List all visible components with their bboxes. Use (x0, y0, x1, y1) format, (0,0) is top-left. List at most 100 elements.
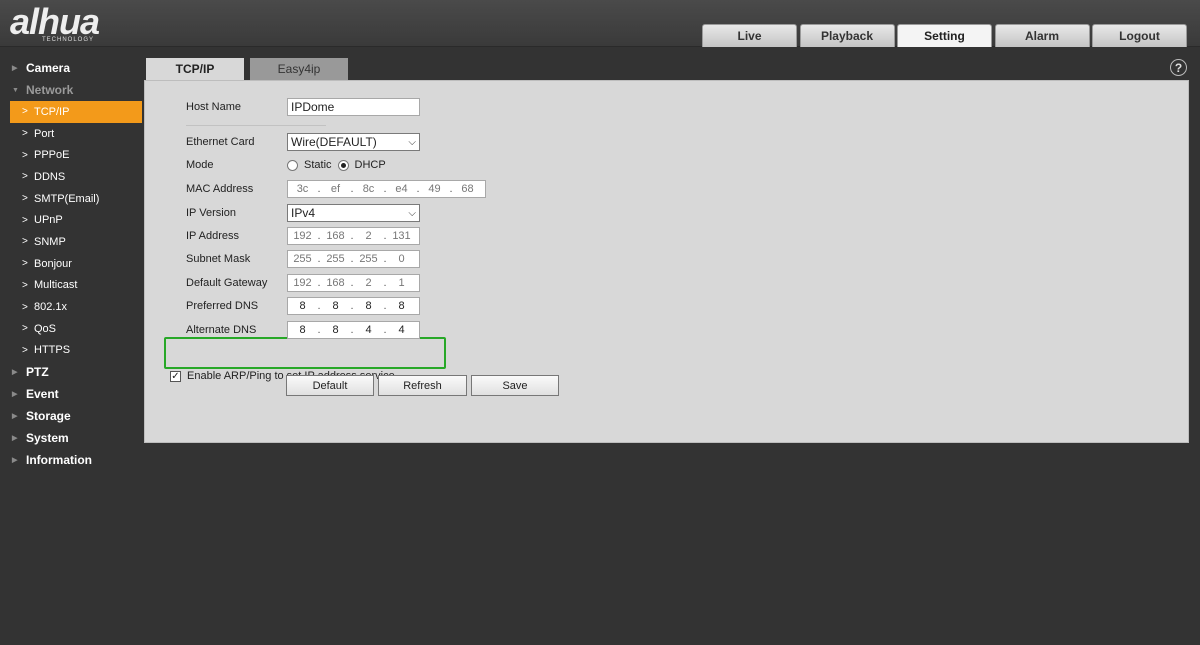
pdns-octet[interactable]: 8 (321, 300, 350, 312)
sidebar-group-label: Event (26, 387, 59, 402)
host-name-input[interactable]: IPDome (287, 98, 420, 116)
preferred-dns-field[interactable]: 8. 8. 8. 8 (287, 297, 420, 315)
arp-ping-checkbox[interactable]: ✓ (170, 370, 181, 382)
alternate-dns-field[interactable]: 8. 8. 4. 4 (287, 321, 420, 339)
default-button[interactable]: Default (286, 375, 374, 396)
refresh-button[interactable]: Refresh (378, 375, 467, 396)
sidebar-item-label: DDNS (34, 170, 66, 183)
adns-octet[interactable]: 4 (354, 324, 383, 336)
ip-octet[interactable]: 131 (387, 230, 416, 242)
mode-dhcp-label: DHCP (354, 159, 386, 171)
sidebar-group-network[interactable]: ▼ Network (0, 79, 144, 101)
subnet-octet[interactable]: 255 (288, 253, 317, 265)
sidebar-group-information[interactable]: ▶ Information (0, 449, 144, 471)
ip-address-field[interactable]: 192. 168. 2. 131 (287, 227, 420, 245)
sidebar-group-event[interactable]: ▶ Event (0, 383, 144, 405)
sub-tabs: TCP/IP Easy4ip (146, 58, 348, 80)
sidebar-item-bonjour[interactable]: > Bonjour (0, 253, 144, 275)
pdns-octet[interactable]: 8 (387, 300, 416, 312)
ip-version-select[interactable]: IPv4 ⌵ (287, 204, 420, 222)
caret-right-icon: ▶ (12, 391, 18, 399)
save-button[interactable]: Save (471, 375, 559, 396)
caret-right-icon: ▶ (12, 435, 18, 443)
mac-octet: 8c (362, 183, 375, 195)
sidebar-group-ptz[interactable]: ▶ PTZ (0, 361, 144, 383)
subnet-octet[interactable]: 255 (354, 253, 383, 265)
nav-tab-setting[interactable]: Setting (897, 24, 992, 47)
alternate-dns-label: Alternate DNS (186, 324, 257, 336)
dahua-logo: alhua TECHNOLOGY (10, 1, 100, 44)
mode-dhcp-radio[interactable] (337, 159, 349, 171)
sidebar-item-ddns[interactable]: > DDNS (0, 166, 144, 188)
nav-tab-playback[interactable]: Playback (799, 24, 895, 47)
sidebar-item-label: Multicast (34, 279, 78, 292)
sidebar-item-port[interactable]: > Port (0, 123, 144, 145)
sidebar-group-storage[interactable]: ▶ Storage (0, 405, 144, 427)
ethernet-card-select[interactable]: Wire(DEFAULT) ⌵ (287, 133, 420, 151)
mac-octet: e4 (395, 183, 408, 195)
gateway-octet[interactable]: 2 (354, 277, 383, 289)
sidebar-item-multicast[interactable]: > Multicast (0, 275, 144, 297)
subnet-octet[interactable]: 0 (387, 253, 416, 265)
default-gateway-label: Default Gateway (186, 277, 268, 289)
host-name-label: Host Name (186, 101, 242, 113)
sidebar-group-camera[interactable]: ▶ Camera (0, 57, 144, 79)
sidebar-item-snmp[interactable]: > SNMP (0, 231, 144, 253)
sidebar-item-upnp[interactable]: > UPnP (0, 209, 144, 231)
sidebar-item-https[interactable]: > HTTPS (0, 340, 144, 362)
caret-right-icon: ▶ (12, 65, 18, 72)
adns-octet[interactable]: 8 (288, 324, 317, 336)
sidebar-item-tcpip[interactable]: > TCP/IP (10, 101, 142, 123)
content-area: TCP/IP Easy4ip ? Host Name IPDome Ethern… (144, 57, 1189, 443)
gateway-octet[interactable]: 1 (387, 277, 416, 289)
adns-octet[interactable]: 8 (321, 324, 350, 336)
mac-octet: 68 (461, 183, 474, 195)
logo-text: alhua (10, 1, 100, 42)
subnet-octet[interactable]: 255 (321, 253, 350, 265)
sidebar-item-label: Bonjour (34, 257, 72, 270)
divider (186, 125, 326, 126)
sidebar-group-label: Information (26, 453, 92, 468)
nav-tab-alarm[interactable]: Alarm (994, 24, 1090, 47)
sidebar-item-8021x[interactable]: >802.1x (0, 296, 144, 318)
sidebar-item-pppoe[interactable]: > PPPoE (0, 144, 144, 166)
logo-subtitle: TECHNOLOGY (42, 37, 95, 43)
tab-easy4ip[interactable]: Easy4ip (250, 58, 348, 80)
ip-address-label: IP Address (186, 230, 239, 242)
default-gateway-row: Default Gateway 192. 168. 2. 1 (186, 274, 420, 292)
default-gateway-field[interactable]: 192. 168. 2. 1 (287, 274, 420, 292)
sidebar-item-smtp[interactable]: > SMTP(Email) (0, 188, 144, 210)
caret-down-icon: ▼ (12, 86, 19, 94)
sidebar-item-label: 802.1x (34, 301, 68, 314)
mode-label: Mode (186, 159, 214, 171)
sidebar-group-label: Camera (26, 61, 71, 75)
gateway-octet[interactable]: 168 (321, 277, 350, 289)
header-bar: alhua TECHNOLOGY Live Playback Setting A… (0, 0, 1200, 47)
pdns-octet[interactable]: 8 (288, 300, 317, 312)
subnet-mask-field[interactable]: 255. 255. 255. 0 (287, 250, 420, 268)
ip-octet[interactable]: 168 (321, 230, 350, 242)
chevron-right-icon: > (22, 171, 28, 183)
sidebar-item-label: QoS (34, 322, 57, 335)
mac-octet: 49 (428, 183, 441, 195)
mac-address-row: MAC Address 3c. ef. 8c. e4. 49. 68 (186, 180, 486, 198)
chevron-right-icon: > (22, 236, 28, 248)
ip-octet[interactable]: 192 (288, 230, 317, 242)
chevron-right-icon: > (22, 301, 28, 313)
adns-octet[interactable]: 4 (387, 324, 416, 336)
sidebar-item-label: HTTPS (34, 344, 71, 357)
nav-tab-logout[interactable]: Logout (1092, 24, 1187, 47)
tab-tcpip[interactable]: TCP/IP (146, 58, 244, 80)
help-icon[interactable]: ? (1170, 59, 1187, 76)
ethernet-card-row: Ethernet Card Wire(DEFAULT) ⌵ (186, 133, 420, 151)
ip-address-row: IP Address 192. 168. 2. 131 (186, 227, 420, 245)
nav-tab-live[interactable]: Live (702, 24, 797, 47)
sidebar-item-qos[interactable]: > QoS (0, 318, 144, 340)
mode-static-radio[interactable] (287, 159, 298, 171)
alternate-dns-row: Alternate DNS 8. 8. 4. 4 (186, 321, 420, 339)
pdns-octet[interactable]: 8 (354, 300, 383, 312)
ethernet-card-label: Ethernet Card (186, 136, 255, 148)
sidebar-group-system[interactable]: ▶ System (0, 427, 144, 449)
gateway-octet[interactable]: 192 (288, 277, 317, 289)
ip-octet[interactable]: 2 (354, 230, 383, 242)
